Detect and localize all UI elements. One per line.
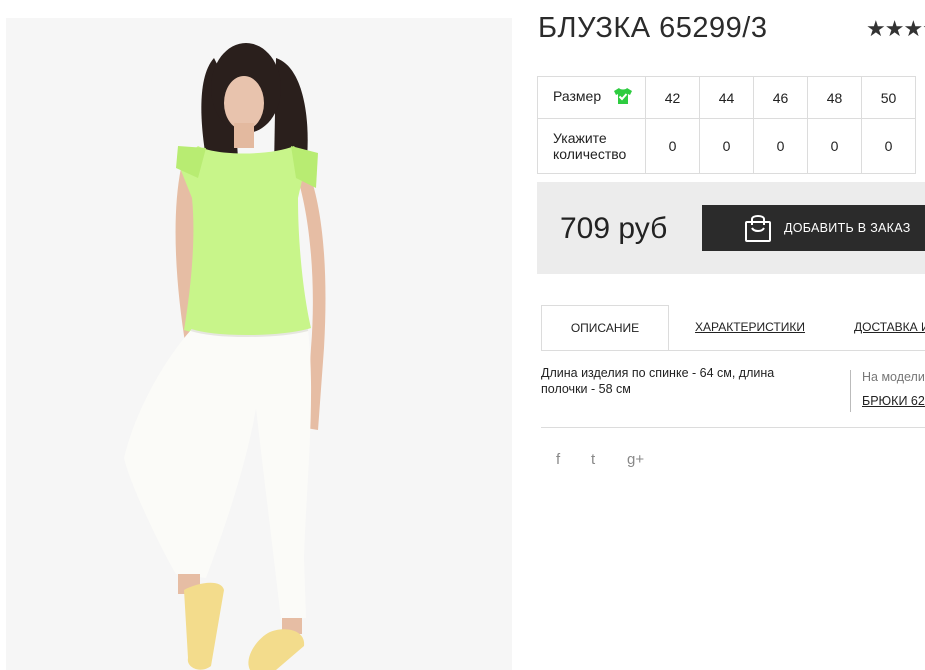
size-option-46[interactable]: 46 (753, 76, 808, 119)
tab-characteristics[interactable]: ХАРАКТЕРИСТИКИ (695, 305, 805, 349)
product-title: БЛУЗКА 65299/3 (538, 12, 768, 44)
quantity-header-cell: Укажите количество (537, 118, 646, 174)
size-option-50[interactable]: 50 (861, 76, 916, 119)
quantity-input-44[interactable]: 0 (699, 118, 754, 174)
product-price: 709 руб (560, 212, 668, 245)
model-info: На модели БРЮКИ 620 (850, 370, 925, 412)
quantity-input-42[interactable]: 0 (645, 118, 700, 174)
add-to-order-button[interactable]: ДОБАВИТЬ В ЗАКАЗ (702, 205, 925, 251)
size-table: Размер 42 44 46 48 50 Укажите количество… (537, 76, 916, 174)
size-option-44[interactable]: 44 (699, 76, 754, 119)
quantity-input-48[interactable]: 0 (807, 118, 862, 174)
price-panel: 709 руб ДОБАВИТЬ В ЗАКАЗ (537, 182, 925, 274)
quantity-row: Укажите количество 0 0 0 0 0 (537, 118, 916, 174)
product-tabs: ОПИСАНИЕ ХАРАКТЕРИСТИКИ ДОСТАВКА И (541, 305, 925, 351)
tab-description[interactable]: ОПИСАНИЕ (541, 305, 669, 350)
twitter-icon[interactable]: t (591, 451, 595, 468)
product-photo[interactable] (6, 18, 512, 670)
google-plus-icon[interactable]: g+ (627, 451, 644, 468)
shopping-bag-icon (744, 213, 772, 246)
size-option-42[interactable]: 42 (645, 76, 700, 119)
product-description: Длина изделия по спинке - 64 см, длина п… (541, 366, 775, 396)
tab-delivery[interactable]: ДОСТАВКА И (854, 305, 925, 349)
tshirt-check-icon[interactable] (613, 87, 633, 108)
quantity-input-46[interactable]: 0 (753, 118, 808, 174)
facebook-icon[interactable]: f (556, 451, 560, 468)
rating-stars[interactable]: ★★★★ (866, 16, 925, 42)
model-pants-link[interactable]: БРЮКИ 620 (862, 394, 925, 408)
quantity-label: Укажите количество (553, 130, 627, 162)
size-row: Размер 42 44 46 48 50 (537, 76, 916, 119)
size-header-cell: Размер (537, 76, 646, 119)
divider (541, 427, 925, 428)
model-label: На модели (862, 370, 925, 384)
size-option-48[interactable]: 48 (807, 76, 862, 119)
add-to-order-label: ДОБАВИТЬ В ЗАКАЗ (784, 221, 911, 235)
size-label: Размер (553, 88, 602, 105)
quantity-input-50[interactable]: 0 (861, 118, 916, 174)
